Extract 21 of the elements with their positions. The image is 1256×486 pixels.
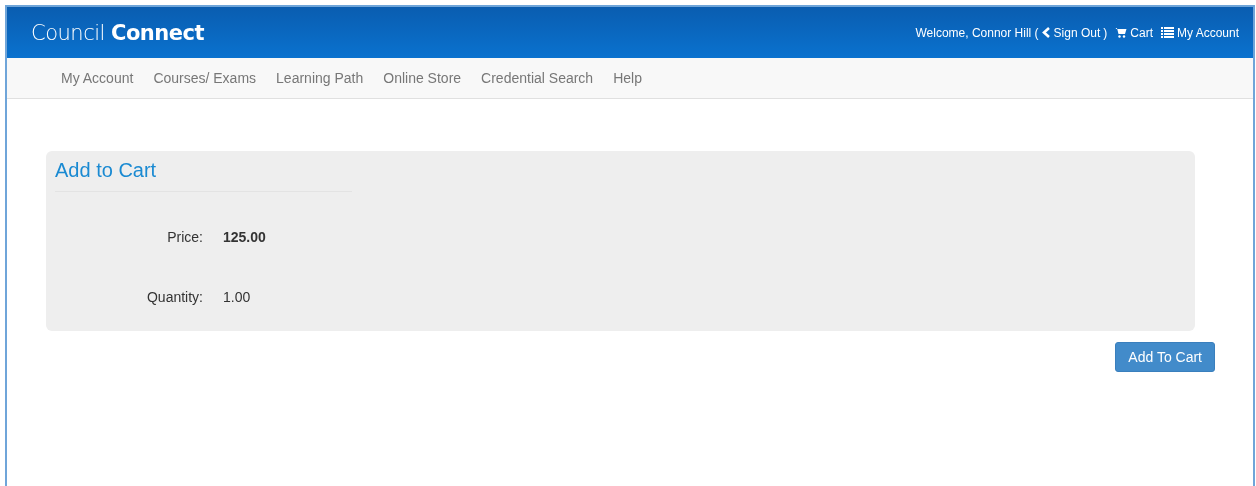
nav-link[interactable]: Credential Search [471,70,604,86]
nav-link[interactable]: Help [603,70,652,86]
field-value: 125.00 [223,229,266,245]
add-to-cart-button[interactable]: Add To Cart [1115,342,1215,372]
field-label: Price: [166,229,203,245]
cart-link[interactable]: Cart [1115,25,1153,40]
nav-link[interactable]: Learning Path [266,70,374,86]
panel-title: Add to Cart [55,157,352,192]
logo[interactable]: Council Connect [31,20,204,45]
paren-text: ) [1103,25,1108,40]
nav-link[interactable]: My Account [51,70,144,86]
field-label: Quantity: [145,289,203,305]
list-icon [1160,27,1174,38]
nav-link[interactable]: Courses/ Exams [143,70,267,86]
welcome-text: Welcome, Connor Hill ( [915,25,1039,40]
my-account-link[interactable]: My Account [1160,25,1239,40]
nav-link[interactable]: Online Store [373,70,472,86]
field-value: 1.00 [223,289,251,305]
chevron-left-icon [1041,27,1051,38]
cart-icon [1115,27,1128,38]
sign-out-link[interactable]: Sign Out [1053,25,1101,40]
